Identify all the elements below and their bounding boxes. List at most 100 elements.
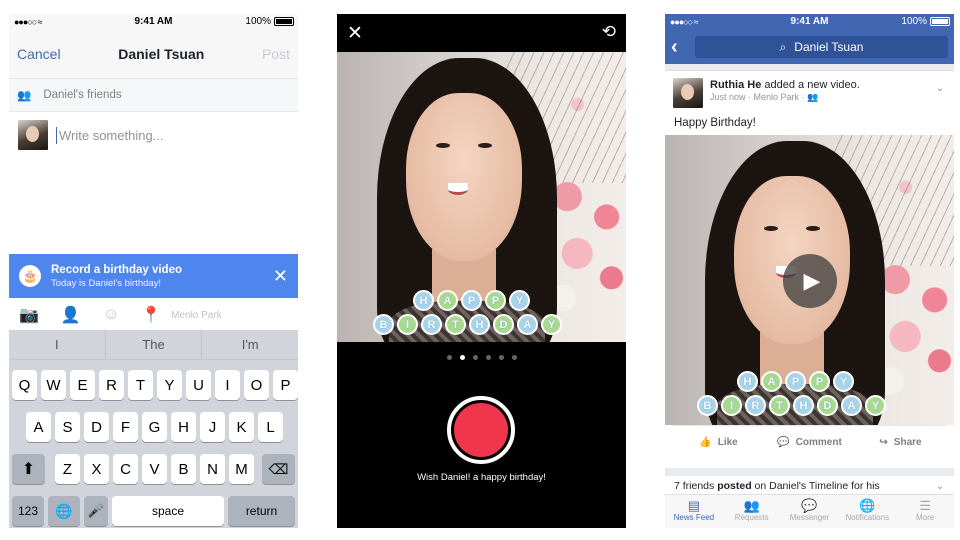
- feeling-icon[interactable]: ☺: [103, 306, 119, 324]
- key-k[interactable]: K: [229, 412, 254, 442]
- tab-bar: ▤ News Feed 👥 Requests 💬 Messenger 🌐 Notific…: [665, 494, 954, 528]
- sticker-letter: R: [421, 314, 442, 335]
- back-icon[interactable]: ‹: [671, 36, 685, 59]
- search-bar[interactable]: ⌕ Daniel Tsuan: [695, 36, 948, 58]
- filter-page-dots[interactable]: [337, 355, 626, 360]
- key-g[interactable]: G: [142, 412, 167, 442]
- sticker-letter: P: [485, 290, 506, 311]
- tab-news-feed[interactable]: ▤ News Feed: [665, 495, 723, 528]
- suggestion-item[interactable]: I'm: [201, 330, 298, 359]
- shift-key[interactable]: ⬆: [12, 454, 45, 484]
- sticker-letter: D: [493, 314, 514, 335]
- sticker-letter: B: [697, 395, 718, 416]
- key-y[interactable]: Y: [157, 370, 182, 400]
- key-c[interactable]: C: [113, 454, 138, 484]
- tab-more[interactable]: ☰ More: [896, 495, 954, 528]
- key-z[interactable]: Z: [55, 454, 80, 484]
- key-p[interactable]: P: [273, 370, 298, 400]
- sticker-letter: Y: [541, 314, 562, 335]
- key-row-1: QWERTYUIOP: [9, 370, 298, 400]
- key-j[interactable]: J: [200, 412, 225, 442]
- feed-nav: ‹ ⌕ Daniel Tsuan: [665, 30, 954, 64]
- battery-percent: 100%: [245, 16, 271, 27]
- key-x[interactable]: X: [84, 454, 109, 484]
- friends-posted-row[interactable]: 7 friends posted on Daniel's Timeline fo…: [665, 476, 954, 496]
- flip-camera-icon[interactable]: ⟲: [602, 22, 616, 42]
- key-n[interactable]: N: [200, 454, 225, 484]
- sticker-letter: A: [517, 314, 538, 335]
- chevron-down-icon[interactable]: ⌄: [936, 83, 944, 94]
- cancel-button[interactable]: Cancel: [17, 46, 61, 62]
- write-input[interactable]: Write something...: [56, 126, 164, 144]
- suggestion-item[interactable]: The: [104, 330, 202, 359]
- post-video[interactable]: HAPPY BIRTHDAY ▶: [665, 135, 954, 425]
- key-e[interactable]: E: [70, 370, 95, 400]
- camera-preview: HAPPY BIRTHDAY: [337, 52, 626, 342]
- key-v[interactable]: V: [142, 454, 167, 484]
- comment-button[interactable]: 💬 Comment: [764, 437, 855, 448]
- chevron-down-icon[interactable]: ⌄: [936, 481, 944, 492]
- sticker-letter: B: [373, 314, 394, 335]
- key-d[interactable]: D: [84, 412, 109, 442]
- key-r[interactable]: R: [99, 370, 124, 400]
- audience-selector[interactable]: 👥 Daniel's friends: [9, 78, 298, 112]
- globe-icon[interactable]: 🌐: [48, 496, 80, 526]
- tag-people-icon[interactable]: 👤: [61, 305, 81, 325]
- tab-requests[interactable]: 👥 Requests: [723, 495, 781, 528]
- key-m[interactable]: M: [229, 454, 254, 484]
- numbers-key[interactable]: 123: [12, 496, 44, 526]
- key-t[interactable]: T: [128, 370, 153, 400]
- share-button[interactable]: ↪ Share: [855, 437, 946, 448]
- key-l[interactable]: L: [258, 412, 283, 442]
- audience-label: Daniel's friends: [43, 89, 122, 101]
- key-row-2: ASDFGHJKL: [9, 412, 298, 442]
- like-button[interactable]: 👍 Like: [673, 437, 764, 448]
- sticker-letter: Y: [865, 395, 886, 416]
- location-label[interactable]: Menlo Park: [171, 310, 222, 321]
- close-icon[interactable]: ✕: [347, 22, 363, 45]
- sticker-letter: A: [841, 395, 862, 416]
- location-pin-icon[interactable]: 📍: [141, 305, 161, 325]
- key-i[interactable]: I: [215, 370, 240, 400]
- comment-icon: 💬: [777, 437, 790, 448]
- sticker-letter: P: [461, 290, 482, 311]
- key-w[interactable]: W: [41, 370, 66, 400]
- camera-icon[interactable]: 📷: [19, 305, 39, 325]
- author-name[interactable]: Ruthia He: [710, 79, 761, 91]
- key-a[interactable]: A: [26, 412, 51, 442]
- key-u[interactable]: U: [186, 370, 211, 400]
- battery-percent: 100%: [901, 16, 927, 27]
- sticker-letter: A: [761, 371, 782, 392]
- sticker-letter: Y: [509, 290, 530, 311]
- friends-icon: 👥: [807, 92, 819, 102]
- birthday-sticker: BIRTHDAY: [373, 314, 562, 335]
- key-b[interactable]: B: [171, 454, 196, 484]
- return-key[interactable]: return: [228, 496, 295, 526]
- key-h[interactable]: H: [171, 412, 196, 442]
- key-row-4: 123 🌐 🎤 space return: [9, 496, 298, 526]
- sticker-letter: P: [809, 371, 830, 392]
- key-o[interactable]: O: [244, 370, 269, 400]
- close-icon[interactable]: ✕: [273, 267, 288, 285]
- composer-screen: ●●●○○ ≈ 9:41 AM 100% Cancel Daniel Tsuan…: [9, 14, 298, 528]
- microphone-icon[interactable]: 🎤: [84, 496, 108, 526]
- key-s[interactable]: S: [55, 412, 80, 442]
- status-bar: ●●●○○ ≈ 9:41 AM 100%: [9, 14, 298, 30]
- play-icon[interactable]: ▶: [783, 254, 837, 308]
- backspace-key[interactable]: ⌫: [262, 454, 295, 484]
- post-meta: Just now · Menlo Park ·: [710, 92, 808, 102]
- tab-notifications[interactable]: 🌐 Notifications: [838, 495, 896, 528]
- birthday-video-banner[interactable]: 🎂 Record a birthday video Today is Danie…: [9, 254, 298, 298]
- author-avatar[interactable]: [673, 78, 703, 108]
- banner-title: Record a birthday video: [51, 263, 183, 276]
- key-q[interactable]: Q: [12, 370, 37, 400]
- key-f[interactable]: F: [113, 412, 138, 442]
- post-button[interactable]: Post: [262, 46, 290, 62]
- news-feed-icon: ▤: [687, 498, 701, 513]
- sticker-letter: H: [413, 290, 434, 311]
- sticker-letter: A: [437, 290, 458, 311]
- record-button[interactable]: [447, 396, 515, 464]
- space-key[interactable]: space: [112, 496, 224, 526]
- tab-messenger[interactable]: 💬 Messenger: [781, 495, 839, 528]
- suggestion-item[interactable]: I: [9, 330, 105, 359]
